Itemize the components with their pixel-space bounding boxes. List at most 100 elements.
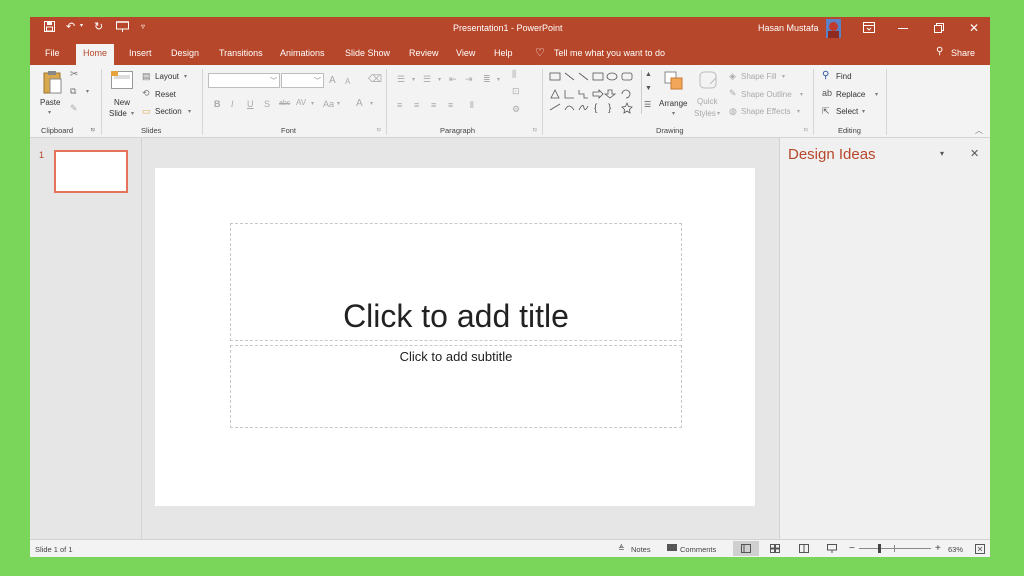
ribbon-display-options-icon[interactable] <box>863 22 875 35</box>
decrease-font-size-button[interactable]: A <box>345 77 350 86</box>
comments-icon[interactable] <box>667 544 677 551</box>
reset-button[interactable]: Reset <box>155 90 176 99</box>
font-size-input[interactable]: ﹀ <box>281 73 324 88</box>
chevron-down-icon[interactable]: ▾ <box>875 92 878 98</box>
font-color-button[interactable]: A <box>356 98 363 109</box>
align-center-icon[interactable]: ≡ <box>414 101 419 110</box>
increase-font-size-button[interactable]: A <box>329 75 336 86</box>
zoom-in-button[interactable]: + <box>935 543 941 554</box>
align-text-icon[interactable]: ⊡ <box>512 87 520 96</box>
chevron-down-icon[interactable]: ▾ <box>862 109 865 115</box>
redo-icon[interactable]: ↻ <box>94 20 103 33</box>
avatar[interactable] <box>826 19 841 38</box>
shape-effects-button[interactable]: Shape Effects <box>741 107 791 116</box>
tab-animations[interactable]: Animations <box>280 48 325 58</box>
select-button[interactable]: Select <box>836 107 858 116</box>
change-case-button[interactable]: Aa <box>323 99 334 109</box>
normal-view-button[interactable] <box>733 541 759 556</box>
text-shadow-button[interactable]: S <box>264 99 270 109</box>
comments-button[interactable]: Comments <box>680 545 716 554</box>
copy-dropdown-icon[interactable]: ▾ <box>86 89 89 95</box>
copy-icon[interactable]: ⧉ <box>70 87 76 96</box>
layout-dropdown-icon[interactable]: ▾ <box>184 74 187 80</box>
new-slide-label-1[interactable]: New <box>114 98 130 107</box>
minimize-icon[interactable] <box>898 28 908 29</box>
title-placeholder-text[interactable]: Click to add title <box>231 298 681 335</box>
text-direction-icon[interactable]: ⫼ <box>512 70 516 79</box>
shape-fill-button[interactable]: Shape Fill <box>741 72 777 81</box>
tab-view[interactable]: View <box>456 48 475 58</box>
undo-dropdown-icon[interactable]: ▾ <box>80 22 83 29</box>
quick-styles-icon[interactable] <box>698 70 720 94</box>
section-button[interactable]: Section <box>155 107 182 116</box>
italic-button[interactable]: I <box>231 99 234 109</box>
chevron-down-icon[interactable]: ▾ <box>370 101 373 107</box>
chevron-down-icon[interactable]: ▼ <box>645 85 652 92</box>
chevron-down-icon[interactable]: ▾ <box>672 111 675 117</box>
customize-toolbar-icon[interactable]: ▿ <box>141 22 145 31</box>
justify-icon[interactable]: ≡ <box>448 101 453 110</box>
chevron-down-icon[interactable]: ▾ <box>337 101 340 107</box>
paste-label[interactable]: Paste <box>40 98 60 107</box>
format-painter-icon[interactable]: ✎ <box>70 104 78 113</box>
slideshow-view-icon[interactable] <box>827 544 837 555</box>
font-launcher-icon[interactable]: ⧅ <box>377 127 381 133</box>
subtitle-placeholder[interactable]: Click to add subtitle <box>230 345 682 428</box>
character-spacing-button[interactable]: AV <box>296 98 306 107</box>
columns-icon[interactable]: ⫴ <box>470 101 474 110</box>
restore-icon[interactable] <box>934 23 944 35</box>
paste-dropdown-icon[interactable]: ▾ <box>48 110 51 116</box>
chevron-down-icon[interactable]: ▾ <box>412 77 415 83</box>
chevron-down-icon[interactable]: ▾ <box>438 77 441 83</box>
quick-styles-label-1[interactable]: Quick <box>697 97 717 106</box>
clear-formatting-icon[interactable]: ⌫ <box>368 75 382 85</box>
fit-to-window-icon[interactable] <box>975 544 985 556</box>
new-slide-dropdown-icon[interactable]: ▾ <box>131 111 134 117</box>
user-name[interactable]: Hasan Mustafa <box>758 23 819 33</box>
drawing-launcher-icon[interactable]: ⧅ <box>804 127 808 133</box>
chevron-down-icon[interactable]: ▾ <box>782 74 785 80</box>
zoom-out-button[interactable]: − <box>849 543 855 554</box>
zoom-level[interactable]: 63% <box>948 545 963 554</box>
undo-icon[interactable]: ↶ <box>66 20 75 33</box>
tab-slide-show[interactable]: Slide Show <box>345 48 390 58</box>
tab-file[interactable]: File <box>45 48 60 58</box>
zoom-slider[interactable] <box>859 548 931 549</box>
subtitle-placeholder-text[interactable]: Click to add subtitle <box>231 349 681 364</box>
smartart-icon[interactable]: ⚙ <box>512 105 520 114</box>
tab-home[interactable]: Home <box>76 44 115 65</box>
arrange-icon[interactable] <box>663 70 685 94</box>
chevron-down-icon[interactable]: ▾ <box>497 77 500 83</box>
close-icon[interactable]: ✕ <box>969 21 979 35</box>
new-slide-label-2[interactable]: Slide <box>109 109 127 118</box>
tab-review[interactable]: Review <box>409 48 439 58</box>
slide-thumbnail[interactable] <box>54 150 128 193</box>
decrease-indent-icon[interactable]: ⇤ <box>449 75 457 84</box>
chevron-down-icon[interactable]: ▾ <box>717 111 720 117</box>
quick-styles-label-2[interactable]: Styles <box>694 109 716 118</box>
notes-button[interactable]: Notes <box>631 545 651 554</box>
layout-button[interactable]: Layout <box>155 72 179 81</box>
increase-indent-icon[interactable]: ⇥ <box>465 75 473 84</box>
paste-icon[interactable] <box>42 70 62 96</box>
align-left-icon[interactable]: ≡ <box>397 101 402 110</box>
paragraph-launcher-icon[interactable]: ⧅ <box>533 127 537 133</box>
chevron-down-icon[interactable]: ▾ <box>797 109 800 115</box>
cut-icon[interactable]: ✂ <box>70 70 78 80</box>
chevron-down-icon[interactable]: ﹀ <box>270 76 277 86</box>
align-right-icon[interactable]: ≡ <box>431 101 436 110</box>
zoom-slider-thumb[interactable] <box>878 544 881 553</box>
title-placeholder[interactable]: Click to add title <box>230 223 682 341</box>
tab-transitions[interactable]: Transitions <box>219 48 263 58</box>
tell-me-search[interactable]: Tell me what you want to do <box>554 48 665 58</box>
numbering-icon[interactable]: ☰ <box>423 75 431 84</box>
chevron-down-icon[interactable]: ▾ <box>311 101 314 107</box>
chevron-down-icon[interactable]: ﹀ <box>314 76 321 86</box>
close-pane-icon[interactable]: ✕ <box>970 147 979 160</box>
reading-view-icon[interactable] <box>799 544 809 555</box>
tab-insert[interactable]: Insert <box>129 48 152 58</box>
bullets-icon[interactable]: ☰ <box>397 75 405 84</box>
arrange-button[interactable]: Arrange <box>659 99 687 108</box>
shapes-gallery-scroll[interactable]: ▲ ▼ ☰ <box>641 70 655 114</box>
find-button[interactable]: Find <box>836 72 852 81</box>
